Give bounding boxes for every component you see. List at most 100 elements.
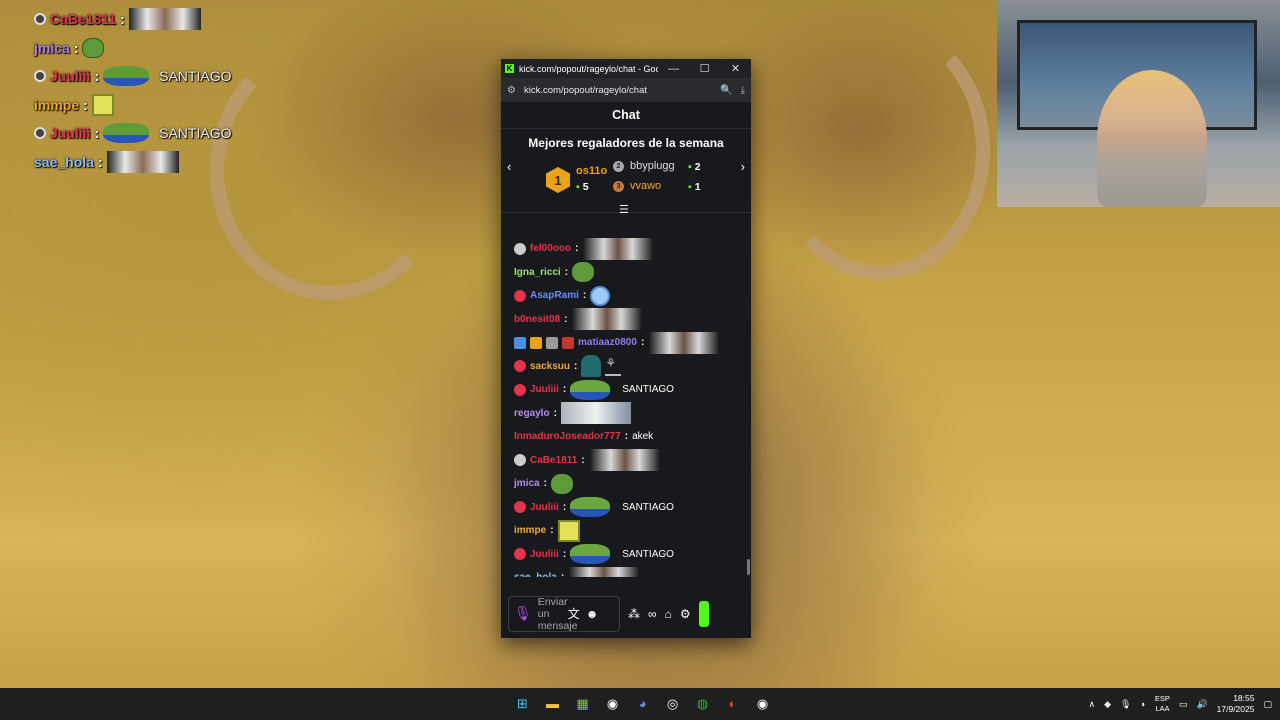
chat-message[interactable]: Juuliii: SANTIAGO [514,543,751,567]
chat-message[interactable]: matiaaz0800: [514,331,751,355]
steam-icon[interactable]: ◉ [601,692,624,715]
separator: : [562,548,567,560]
tray-mic-icon[interactable]: 🎙 [1120,699,1131,710]
minimize-button[interactable]: — [658,63,689,75]
mic-icon[interactable]: 🎙 [514,605,532,622]
chat-username[interactable]: AsapRami [530,290,579,301]
gifters-next-arrow-icon[interactable]: › [741,159,745,174]
chat-username[interactable]: InmaduroJoseador777 [514,431,621,442]
gifter-rank-3-badge: 3 [613,181,624,192]
obs-icon[interactable]: ◎ [661,692,684,715]
tray-chevron-up-icon[interactable]: ∧ [1089,699,1096,710]
chat-message[interactable]: Juuliii: SANTIAGO [514,496,751,520]
chat-message[interactable]: sacksuu: ⚘ [514,355,751,379]
chat-message[interactable]: CaBe1811: [514,449,751,473]
chat-message[interactable]: Juuliii: SANTIAGO [514,378,751,402]
chat-message[interactable]: sae_hola: [514,566,751,577]
url-text[interactable]: kick.com/popout/rageylo/chat [524,85,712,96]
overlay-chat-row: Juuliii: SANTIAGO [34,62,294,91]
chat-input[interactable]: 🎙 Enviar un mensaje 文 ☻ [508,595,620,632]
chat-popout-window[interactable]: K kick.com/popout/rageylo/chat - Goog...… [501,59,751,638]
minecraft-icon[interactable]: ▦ [571,692,594,715]
language-indicator[interactable]: ESP LAA [1155,694,1170,714]
tray-speaker-icon[interactable]: 🔊 [1196,699,1207,710]
site-settings-icon[interactable]: ⚙ [507,85,516,96]
emote-sponge [91,93,114,116]
overlay-chat-row: sae_hola: [34,148,294,177]
separator: : [73,39,79,56]
overlay-username: jmica [34,39,70,56]
scroll-to-bottom-icon[interactable]: ☰ [619,203,629,216]
separator: : [120,11,125,28]
chat-username[interactable]: fel00ooo [530,243,571,254]
steam-icon-2[interactable]: ◉ [751,692,774,715]
separator: : [94,68,100,85]
notification-icon[interactable]: ▢ [1263,699,1272,710]
gear-icon[interactable]: ⚙ [680,607,691,621]
chat-username[interactable]: regaylo [514,408,550,419]
chat-username[interactable]: Igna_ricci [514,267,561,278]
download-icon[interactable]: ⤓ [741,85,745,96]
webcam-streamer [1097,70,1207,207]
tray-volume-icon[interactable]: ◗ [1140,699,1145,709]
separator: : [564,313,568,325]
chrome-icon[interactable]: ◐ [721,692,744,715]
emote-sponge [557,519,580,542]
chat-message[interactable]: b0nesit08: [514,308,751,332]
maximize-button[interactable]: ☐ [689,62,720,75]
chat-message[interactable]: InmaduroJoseador777: akek [514,425,751,449]
chat-username[interactable]: sacksuu [530,361,570,372]
overlay-message-text: SANTIAGO [159,68,232,85]
window-titlebar[interactable]: K kick.com/popout/rageylo/chat - Goog...… [501,59,751,78]
emote-face [648,331,721,354]
chat-scrollbar[interactable] [747,559,750,575]
chat-message[interactable]: immpe: [514,519,751,543]
chat-username[interactable]: immpe [514,525,546,536]
infinity-icon[interactable]: ∞ [648,607,657,621]
chat-message[interactable]: regaylo: [514,402,751,426]
chat-username[interactable]: b0nesit08 [514,314,560,325]
emote-face [568,566,641,577]
chat-message[interactable]: jmica: [514,472,751,496]
discord-icon[interactable]: ◕ [631,692,654,715]
send-button[interactable] [698,600,709,627]
separator: : [83,96,88,113]
tray-network-icon[interactable]: ▭ [1179,699,1188,710]
chat-username[interactable]: matiaaz0800 [578,337,637,348]
clock-time: 18:55 [1233,693,1255,703]
address-bar[interactable]: ⚙ kick.com/popout/rageylo/chat 🔍 ⤓ [501,78,751,102]
chat-message[interactable]: AsapRami: [514,284,751,308]
emote-pepe-wide [570,379,611,400]
system-tray: ∧ ◆ 🎙 ◗ ESP LAA ▭ 🔊 18:55 17/9/2025 ▢ [1089,688,1272,720]
chat-username[interactable]: Juuliii [530,384,559,395]
gifter-2-name[interactable]: bbyplugg [630,160,675,172]
emote-pepe [550,473,573,494]
gifters-prev-arrow-icon[interactable]: ‹ [507,159,511,174]
separator: : [562,501,567,513]
gifter-1-name[interactable]: os11o [576,165,607,177]
spotify-icon[interactable]: ◍ [691,692,714,715]
community-icon[interactable]: ⁂ [628,607,640,621]
tray-app-icon[interactable]: ◆ [1104,699,1111,710]
emoji-icon[interactable]: ☻ [586,607,599,621]
gift-icon: ▪ [576,181,580,193]
chat-input-placeholder[interactable]: Enviar un mensaje [538,596,578,632]
chat-message[interactable]: fel00ooo: [514,237,751,261]
gifter-3-name[interactable]: vvawo [630,180,661,192]
chat-messages-list[interactable]: fel00ooo: Igna_ricci: AsapRami: b0nesit08: m… [501,237,751,577]
chat-message[interactable]: Igna_ricci: [514,261,751,285]
chat-username[interactable]: jmica [514,478,540,489]
store-icon[interactable]: ⌂ [665,607,672,621]
chat-username[interactable]: CaBe1811 [530,455,577,466]
windows-start-icon[interactable]: ⊞ [511,692,534,715]
emote-pepe [572,262,595,283]
chat-username[interactable]: Juuliii [530,502,559,513]
file-explorer-icon[interactable]: ▬ [541,692,564,715]
clock[interactable]: 18:55 17/9/2025 [1217,693,1255,715]
separator: : [553,407,557,419]
translate-icon[interactable]: 文 [568,605,580,622]
zoom-icon[interactable]: 🔍 [720,85,732,96]
chat-username[interactable]: Juuliii [530,549,559,560]
chat-username[interactable]: sae_hola [514,572,557,577]
close-button[interactable]: ✕ [720,62,751,75]
